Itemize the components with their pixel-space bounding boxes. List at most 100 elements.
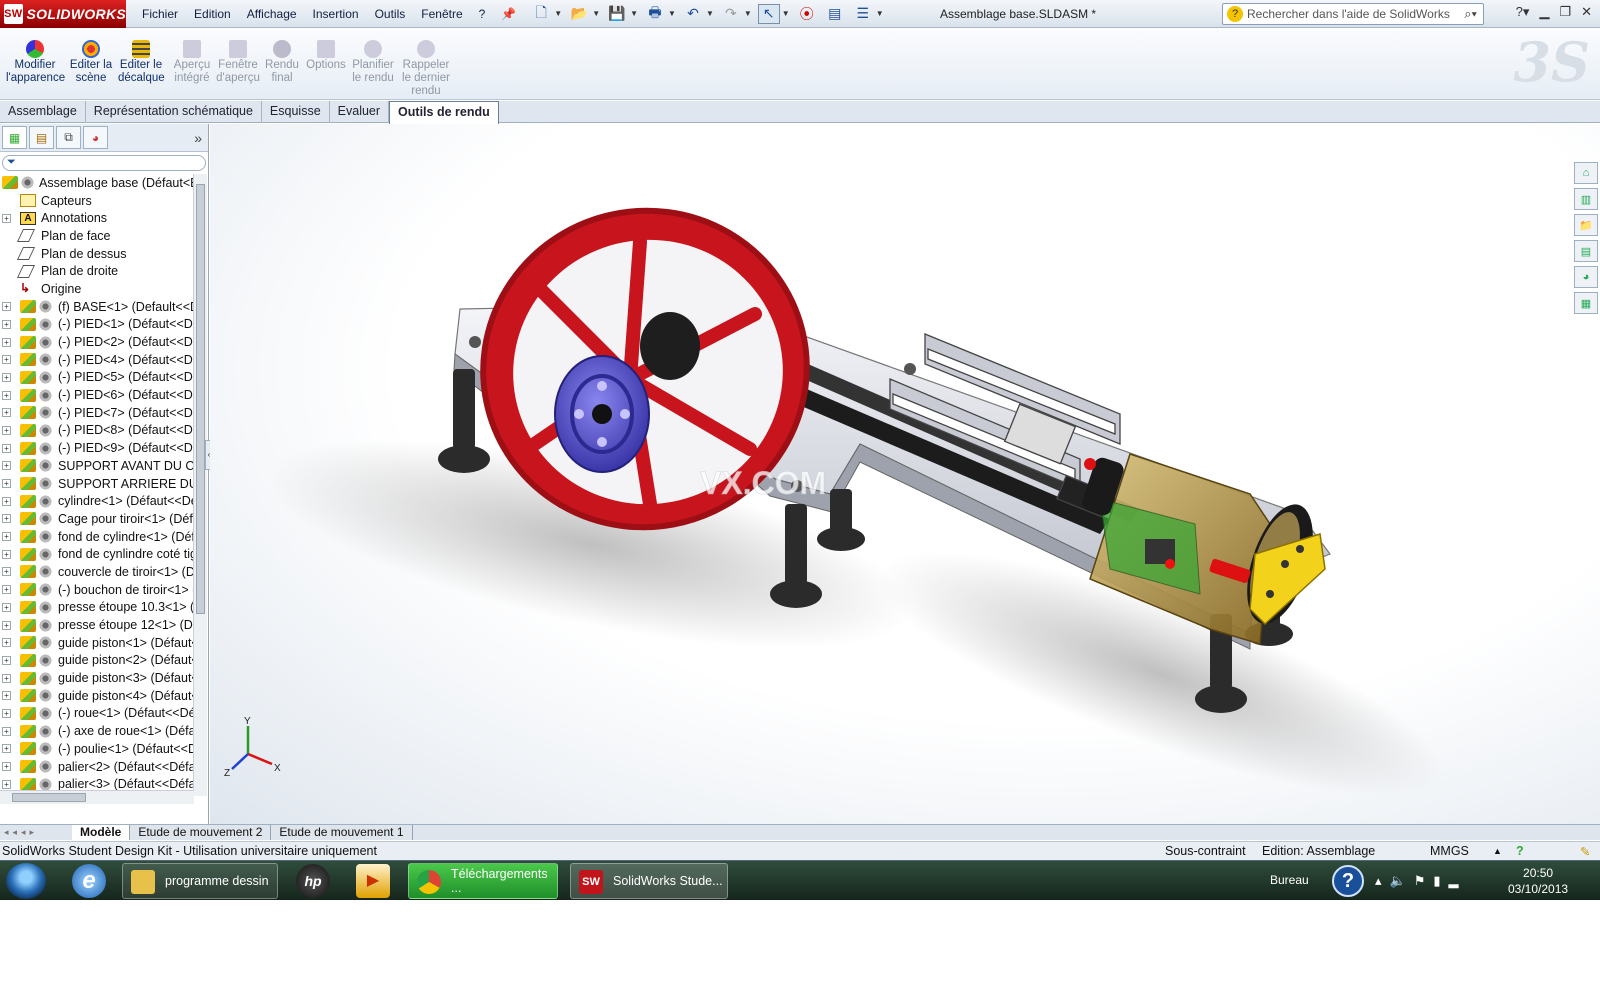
expand-toggle-icon[interactable]: + — [2, 337, 11, 347]
tree-item[interactable]: + (f) BASE<1> (Default<<De — [0, 298, 194, 316]
tree-item[interactable]: + A Annotations — [0, 209, 194, 227]
expand-toggle-icon[interactable]: + — [2, 319, 11, 329]
chevron-down-icon[interactable]: ▼ — [554, 9, 562, 18]
tree-item[interactable]: + (-) poulie<1> (Défaut<<D — [0, 740, 194, 758]
windows-start-button[interactable] — [6, 863, 46, 899]
undo-icon[interactable]: ↶ — [682, 4, 704, 24]
final-render-button[interactable]: Rendu final — [264, 40, 300, 85]
menu-affichage[interactable]: Affichage — [239, 7, 305, 21]
tree-item[interactable]: + palier<2> (Défaut<<Défa — [0, 758, 194, 776]
help-search-input[interactable]: ? Rechercher dans l'aide de SolidWorks ⌕… — [1222, 3, 1484, 25]
search-icon[interactable]: ⌕▾ — [1464, 6, 1477, 22]
feature-tree-tab-icon[interactable]: ▦ — [2, 126, 27, 149]
design-library-icon[interactable]: ▥ — [1574, 188, 1598, 210]
tree-item[interactable]: + (-) PIED<7> (Défaut<<Dé — [0, 404, 194, 422]
expand-toggle-icon[interactable]: + — [2, 744, 11, 754]
tab-model[interactable]: Modèle — [72, 825, 131, 840]
tree-item[interactable]: + guide piston<1> (Défaut< — [0, 634, 194, 652]
tree-item[interactable]: + presse étoupe 12<1> (Déf — [0, 616, 194, 634]
expand-toggle-icon[interactable]: + — [2, 479, 11, 489]
tree-item[interactable]: + guide piston<2> (Défaut< — [0, 652, 194, 670]
expand-toggle-icon[interactable]: + — [2, 355, 11, 365]
open-folder-icon[interactable]: 📂 — [568, 4, 590, 24]
tab-render-tools[interactable]: Outils de rendu — [389, 101, 499, 124]
expand-toggle-icon[interactable]: + — [2, 213, 11, 223]
chevron-down-icon[interactable]: ▼ — [706, 9, 714, 18]
pin-icon[interactable]: 📌 — [493, 7, 524, 21]
preview-window-button[interactable]: Fenêtre d'aperçu — [216, 40, 260, 85]
expand-toggle-icon[interactable]: + — [2, 461, 11, 471]
expand-toggle-icon[interactable]: + — [2, 620, 11, 630]
tree-item[interactable]: + presse étoupe 10.3<1> (D — [0, 599, 194, 617]
expand-toggle-icon[interactable]: + — [2, 602, 11, 612]
expand-toggle-icon[interactable]: + — [2, 532, 11, 542]
save-icon[interactable]: 💾 — [606, 4, 628, 24]
tree-item[interactable]: ↳ Origine — [0, 280, 194, 298]
expand-toggle-icon[interactable]: + — [2, 372, 11, 382]
custom-properties-icon[interactable]: ▦ — [1574, 292, 1598, 314]
file-properties-icon[interactable]: ▤ — [824, 4, 846, 24]
tab-evaluer[interactable]: Evaluer — [330, 101, 390, 123]
expand-toggle-icon[interactable]: + — [2, 567, 11, 577]
select-cursor-icon[interactable]: ↖ — [757, 3, 780, 24]
integrated-preview-button[interactable]: Aperçu intégré — [172, 40, 212, 85]
expand-toggle-icon[interactable]: + — [2, 390, 11, 400]
help-support-icon[interactable]: ? — [1332, 865, 1364, 897]
expand-toggle-icon[interactable]: + — [2, 708, 11, 718]
tree-item[interactable]: + fond de cynlindre coté tig — [0, 545, 194, 563]
tab-motion-study-2[interactable]: Etude de mouvement 2 — [130, 825, 272, 840]
display-manager-tab-icon[interactable]: ◕ — [83, 126, 108, 149]
tab-scroll-arrows[interactable]: ◂◂◂▸ — [0, 827, 72, 838]
expand-panel-icon[interactable]: » — [194, 130, 202, 146]
desktop-toolbar-label[interactable]: Bureau — [1270, 873, 1309, 887]
taskbar-chrome[interactable]: Téléchargements ... — [408, 863, 558, 899]
file-explorer-icon[interactable]: 📁 — [1574, 214, 1598, 236]
tree-item[interactable]: + Cage pour tiroir<1> (Défa — [0, 510, 194, 528]
tree-item[interactable]: Plan de face — [0, 227, 194, 245]
edit-scene-button[interactable]: Editer la scène — [68, 40, 114, 85]
tab-motion-study-1[interactable]: Etude de mouvement 1 — [271, 825, 413, 840]
expand-toggle-icon[interactable]: + — [2, 549, 11, 559]
quick-tips-icon[interactable]: ? — [1516, 844, 1524, 858]
tab-esquisse[interactable]: Esquisse — [262, 101, 330, 123]
tree-item[interactable]: + cylindre<1> (Défaut<<Dé — [0, 492, 194, 510]
chevron-down-icon[interactable]: ▼ — [668, 9, 676, 18]
tree-item[interactable]: + (-) PIED<5> (Défaut<<Dé — [0, 369, 194, 387]
options-icon[interactable]: ☰ — [852, 4, 874, 24]
tree-item[interactable]: Capteurs — [0, 192, 194, 210]
tree-vertical-scrollbar[interactable] — [193, 174, 207, 796]
expand-toggle-icon[interactable]: + — [2, 655, 11, 665]
scroll-thumb[interactable] — [196, 184, 205, 614]
graphics-area[interactable]: VX.COM Y X Z 🔍 ⌕ ↩ ◧ ⬚▾ ◩▾ 👓▾ ◕ ◍▾ ▣▾ — [210, 124, 1600, 824]
menu-outils[interactable]: Outils — [367, 7, 414, 21]
taskbar-explorer[interactable]: programme dessin — [122, 863, 278, 899]
solidworks-resources-icon[interactable]: ⌂ — [1574, 162, 1598, 184]
internet-explorer-icon[interactable]: e — [72, 864, 106, 898]
configuration-tab-icon[interactable]: ⧉ — [56, 126, 81, 149]
redo-icon[interactable]: ↷ — [720, 4, 742, 24]
tree-item[interactable]: + guide piston<3> (Défaut< — [0, 669, 194, 687]
edit-decal-button[interactable]: Editer le décalque — [118, 40, 165, 85]
rebuild-traffic-light-icon[interactable]: ⦿ — [796, 4, 818, 24]
tree-item[interactable]: + SUPPORT AVANT DU CYL — [0, 457, 194, 475]
media-player-icon[interactable]: ▶ — [356, 864, 390, 898]
expand-toggle-icon[interactable]: + — [2, 779, 11, 789]
restore-icon[interactable]: ❐ — [1559, 4, 1571, 20]
tree-item[interactable]: + couvercle de tiroir<1> (De — [0, 563, 194, 581]
expand-toggle-icon[interactable]: + — [2, 408, 11, 418]
tree-root-assembly[interactable]: Assemblage base (Défaut<Et — [0, 174, 194, 192]
render-options-button[interactable]: Options — [306, 40, 346, 72]
modify-appearance-button[interactable]: Modifier l'apparence — [6, 40, 65, 85]
tree-item[interactable]: + (-) PIED<2> (Défaut<<Dé — [0, 333, 194, 351]
appearances-icon[interactable]: ◕ — [1574, 266, 1598, 288]
tab-assemblage[interactable]: Assemblage — [0, 101, 86, 123]
expand-toggle-icon[interactable]: + — [2, 762, 11, 772]
tree-item[interactable]: + (-) roue<1> (Défaut<<Dé — [0, 705, 194, 723]
expand-toggle-icon[interactable]: + — [2, 425, 11, 435]
tree-filter-input[interactable]: ⏷ — [2, 155, 206, 171]
menu-help[interactable]: ? — [471, 7, 494, 21]
tree-horizontal-scrollbar[interactable] — [0, 790, 194, 804]
print-icon[interactable]: 🖶 — [644, 4, 666, 24]
tag-icon[interactable]: ✎ — [1580, 844, 1590, 859]
tree-item[interactable]: + guide piston<4> (Défaut< — [0, 687, 194, 705]
